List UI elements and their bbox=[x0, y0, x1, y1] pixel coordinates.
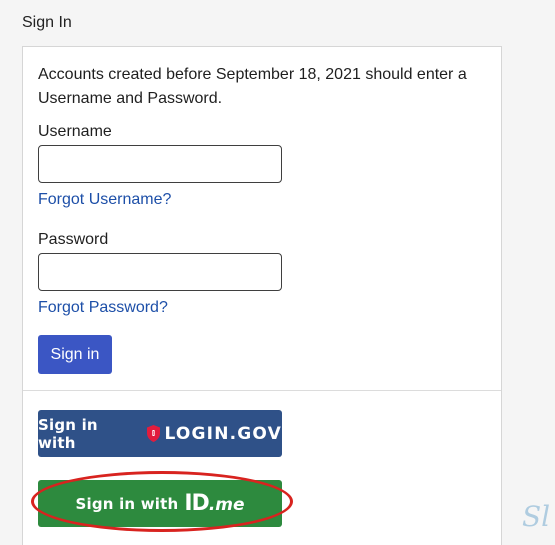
idme-logo: ID .me bbox=[184, 491, 244, 516]
watermark-logo: Sl bbox=[522, 500, 551, 533]
idme-logo-me: .me bbox=[208, 495, 245, 515]
forgot-password-link[interactable]: Forgot Password? bbox=[38, 299, 168, 317]
logingov-button-prefix: Sign in with bbox=[38, 415, 98, 452]
sign-in-card: Accounts created before September 18, 20… bbox=[22, 46, 502, 545]
section-title: Sign In bbox=[22, 14, 72, 31]
password-label: Password bbox=[38, 231, 109, 248]
sign-in-page: Sign In Accounts created before Septembe… bbox=[0, 0, 555, 545]
logingov-brand-text: LOGIN.GOV bbox=[164, 423, 282, 444]
sign-in-with-idme-button[interactable]: Sign in with ID .me bbox=[38, 480, 282, 527]
idme-logo-id: ID bbox=[184, 491, 209, 516]
sign-in-button[interactable]: Sign in bbox=[38, 335, 112, 374]
sign-in-with-logingov-button[interactable]: Sign in with LOGIN.GOV bbox=[38, 410, 282, 457]
logingov-shield-icon bbox=[146, 425, 160, 443]
password-input[interactable] bbox=[38, 253, 282, 291]
idme-button-prefix: Sign in with bbox=[75, 494, 179, 513]
divider bbox=[23, 390, 501, 391]
username-label: Username bbox=[38, 123, 112, 140]
username-input[interactable] bbox=[38, 145, 282, 183]
forgot-username-link[interactable]: Forgot Username? bbox=[38, 191, 171, 209]
intro-text: Accounts created before September 18, 20… bbox=[38, 66, 467, 107]
